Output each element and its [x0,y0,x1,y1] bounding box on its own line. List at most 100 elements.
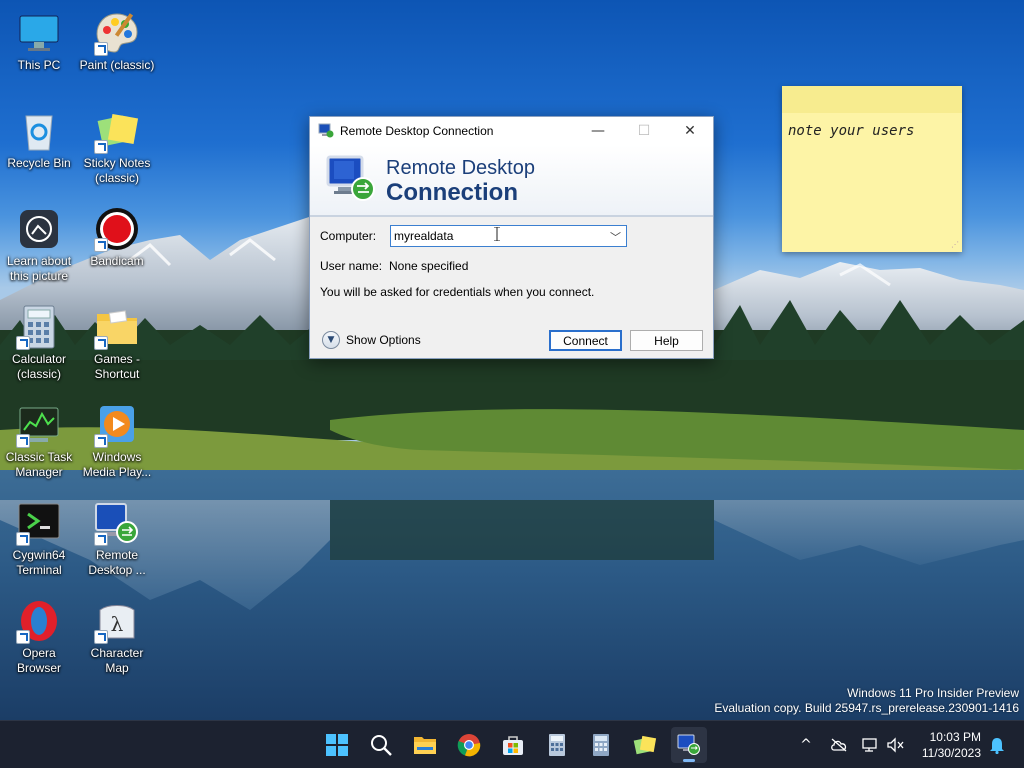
desktop-icon-bandicam[interactable]: Bandicam [78,206,156,269]
text-cursor-icon [494,227,500,241]
shortcut-arrow-icon [94,336,108,350]
clock-time: 10:03 PM [929,730,981,744]
calculator-classic-icon [593,734,609,756]
tray-network-button[interactable] [858,721,882,768]
desktop-icon-games-shortcut[interactable]: Games - Shortcut [78,304,156,382]
store-icon [503,736,523,755]
shortcut-arrow-icon [94,42,108,56]
clock-date: 11/30/2023 [921,746,981,760]
volume-muted-icon [887,737,904,753]
help-button[interactable]: Help [630,330,703,351]
start-icon [326,734,348,756]
maximize-button[interactable]: ☐ [621,117,667,145]
shortcut-arrow-icon [16,434,30,448]
username-value: None specified [389,259,469,273]
taskbar: ^ 10:03 PM 11/30/2023 [0,720,1024,768]
username-label: User name: [320,259,383,273]
taskbar-store[interactable] [495,727,531,763]
minimize-button[interactable]: — [575,117,621,145]
search-button[interactable] [363,727,399,763]
taskbar-remote-desktop[interactable] [671,727,707,763]
notification-button[interactable] [985,721,1009,768]
taskbar-sticky-notes[interactable] [627,727,663,763]
connect-button[interactable]: Connect [549,330,622,351]
dialog-title: Remote Desktop Connection [340,124,494,138]
desktop-icon-calculator-classic[interactable]: Calculator (classic) [0,304,78,382]
show-options-toggle[interactable]: ▼ Show Options [322,331,421,349]
evaluation-watermark: Windows 11 Pro Insider Preview Evaluatio… [714,686,1019,716]
desktop-icon-cygwin64-terminal[interactable]: Cygwin64 Terminal [0,500,78,578]
media-player-icon [94,402,140,448]
dialog-banner: Remote Desktop Connection [310,145,713,217]
shortcut-arrow-icon [16,336,30,350]
taskbar-clock[interactable]: 10:03 PM 11/30/2023 [907,729,981,761]
file-explorer-icon [414,737,436,754]
calculator-icon [16,304,62,350]
sticky-notes-icon [633,735,657,755]
desktop-icon-classic-task-manager[interactable]: Classic Task Manager [0,402,78,480]
shortcut-arrow-icon [94,238,108,252]
paint-palette-icon [94,10,140,56]
bell-icon [990,738,1004,754]
chevron-down-icon[interactable]: ﹀ [610,229,621,245]
network-icon [862,738,877,752]
tray-overflow-button[interactable]: ^ [795,721,817,768]
task-manager-icon [16,402,62,448]
chrome-icon [457,734,481,757]
active-app-indicator [683,759,695,762]
shortcut-arrow-icon [94,434,108,448]
desktop-icon-paint-classic[interactable]: Paint (classic) [78,10,156,73]
record-icon [94,206,140,252]
close-button[interactable]: ✕ [667,117,713,145]
dialog-titlebar[interactable]: Remote Desktop Connection — ☐ ✕ [310,117,713,145]
desktop-icon-recycle-bin[interactable]: Recycle Bin [0,108,78,171]
banner-title-line2: Connection [386,179,518,206]
taskbar-file-explorer[interactable] [407,727,443,763]
remote-desktop-dialog: Remote Desktop Connection — ☐ ✕ Remote D… [309,116,714,359]
desktop-icon-this-pc[interactable]: This PC [0,10,78,73]
terminal-icon [16,500,62,546]
shortcut-arrow-icon [94,140,108,154]
recycle-bin-icon [16,108,62,154]
taskbar-calculator-classic[interactable] [583,727,619,763]
sticky-note-titlebar[interactable] [782,86,962,113]
watermark-line2: Evaluation copy. Build 25947.rs_prerelea… [714,701,1019,715]
sticky-note-text[interactable]: note your users [782,113,962,149]
cloud-offline-icon [831,738,847,752]
svg-text:λ: λ [111,612,124,636]
taskbar-calculator[interactable] [539,727,575,763]
chevron-down-icon[interactable]: ▼ [322,331,340,349]
shortcut-arrow-icon [94,532,108,546]
tray-volume-button[interactable] [884,721,906,768]
sticky-note-window[interactable]: note your users ⋰ [782,86,962,252]
remote-desktop-icon [318,123,334,138]
computer-combobox[interactable]: ﹀ [390,225,627,247]
folder-icon [94,304,140,350]
computer-label: Computer: [320,229,377,243]
desktop-icon-opera-browser[interactable]: Opera Browser [0,598,78,676]
sticky-notes-icon [94,108,140,154]
remote-desktop-icon [326,155,375,201]
credentials-info-text: You will be asked for credentials when y… [320,285,595,299]
camera-icon [16,206,62,252]
banner-title-line1: Remote Desktop [386,157,535,179]
shortcut-arrow-icon [16,532,30,546]
desktop-icon-remote-desktop[interactable]: Remote Desktop ... [78,500,156,578]
monitor-icon [16,10,62,56]
show-options-label: Show Options [346,333,421,347]
character-map-icon: λ [94,598,140,644]
start-button[interactable] [319,727,355,763]
tray-cloud-button[interactable] [826,721,852,768]
calculator-icon [549,734,565,756]
remote-desktop-icon [677,734,700,755]
chevron-up-icon: ^ [800,737,812,753]
resize-grip-icon[interactable]: ⋰ [951,240,959,249]
desktop-icon-learn-about-picture[interactable]: Learn about this picture [0,206,78,284]
desktop-icon-sticky-notes-classic[interactable]: Sticky Notes (classic) [78,108,156,186]
computer-input[interactable] [391,229,591,243]
desktop-icon-windows-media-player[interactable]: Windows Media Play... [78,402,156,480]
taskbar-chrome[interactable] [451,727,487,763]
desktop-icon-character-map[interactable]: λ Character Map [78,598,156,676]
search-icon [371,735,392,756]
shortcut-arrow-icon [94,630,108,644]
